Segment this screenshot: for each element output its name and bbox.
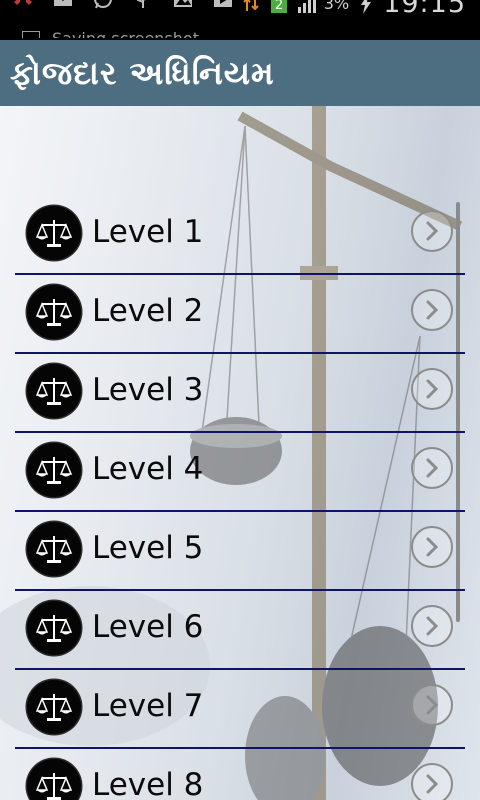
scales-icon <box>27 601 81 655</box>
list-item-label: Level 2 <box>92 293 204 329</box>
list-item-level-2[interactable]: Level 2 <box>15 275 465 354</box>
list-item-label: Level 7 <box>92 688 204 724</box>
chevron-right-icon[interactable] <box>411 210 453 252</box>
level-list: Level 1 Level 2 Level 3 Level 4 Level 5 … <box>15 196 465 800</box>
scales-icon <box>27 680 81 734</box>
status-icons-right: 2 3% 19:15 <box>240 0 466 19</box>
list-item-label: Level 3 <box>92 372 204 408</box>
status-bar: Saving screenshot... 2 3% 19:15 <box>0 0 480 38</box>
app-title: ફોજદાર અધિનિયમ <box>10 53 275 92</box>
list-item-label: Level 4 <box>92 451 204 487</box>
app-bar: ફોજદાર અધિનિયમ <box>0 40 480 106</box>
list-item-level-6[interactable]: Level 6 <box>15 591 465 670</box>
list-item-label: Level 8 <box>92 767 204 800</box>
list-item-label: Level 1 <box>92 214 204 250</box>
list-item-level-1[interactable]: Level 1 <box>15 196 465 275</box>
sim-icon: 2 <box>268 0 290 15</box>
chevron-right-icon[interactable] <box>411 526 453 568</box>
network-badge: 2 <box>275 0 283 13</box>
scales-icon <box>27 206 81 260</box>
signal-icon <box>296 0 318 15</box>
screenshot-icon <box>22 31 40 38</box>
scales-icon <box>27 522 81 576</box>
status-icons-left <box>12 0 234 10</box>
image-icon <box>172 0 194 10</box>
chevron-right-icon[interactable] <box>411 368 453 410</box>
play-icon <box>212 0 234 10</box>
usb-icon <box>132 0 154 10</box>
data-transfer-icon <box>240 0 262 15</box>
missed-call-icon <box>12 0 34 10</box>
list-item-label: Level 6 <box>92 609 204 645</box>
list-item-level-4[interactable]: Level 4 <box>15 433 465 512</box>
chevron-right-icon[interactable] <box>411 605 453 647</box>
chevron-right-icon[interactable] <box>411 447 453 489</box>
chevron-right-icon[interactable] <box>411 289 453 331</box>
scales-icon <box>27 285 81 339</box>
scales-icon <box>27 759 81 800</box>
notification-ticker: Saving screenshot... <box>22 29 214 38</box>
battery-percent: 3% <box>323 0 350 13</box>
chevron-right-icon[interactable] <box>411 684 453 726</box>
scales-icon <box>27 364 81 418</box>
list-item-level-5[interactable]: Level 5 <box>15 512 465 591</box>
email-icon <box>52 0 74 10</box>
list-item-label: Level 5 <box>92 530 204 566</box>
list-item-level-7[interactable]: Level 7 <box>15 670 465 749</box>
battery-charging-icon <box>355 0 377 15</box>
notification-text: Saving screenshot... <box>52 29 214 38</box>
list-item-level-3[interactable]: Level 3 <box>15 354 465 433</box>
scales-icon <box>27 443 81 497</box>
list-item-level-8[interactable]: Level 8 <box>15 749 465 800</box>
chevron-right-icon[interactable] <box>411 763 453 800</box>
whatsapp-icon <box>92 0 114 10</box>
content-area[interactable]: Level 1 Level 2 Level 3 Level 4 Level 5 … <box>0 106 480 800</box>
clock: 19:15 <box>383 0 466 19</box>
screen: Saving screenshot... 2 3% 19:15 ફોજદાર અ… <box>0 0 480 800</box>
